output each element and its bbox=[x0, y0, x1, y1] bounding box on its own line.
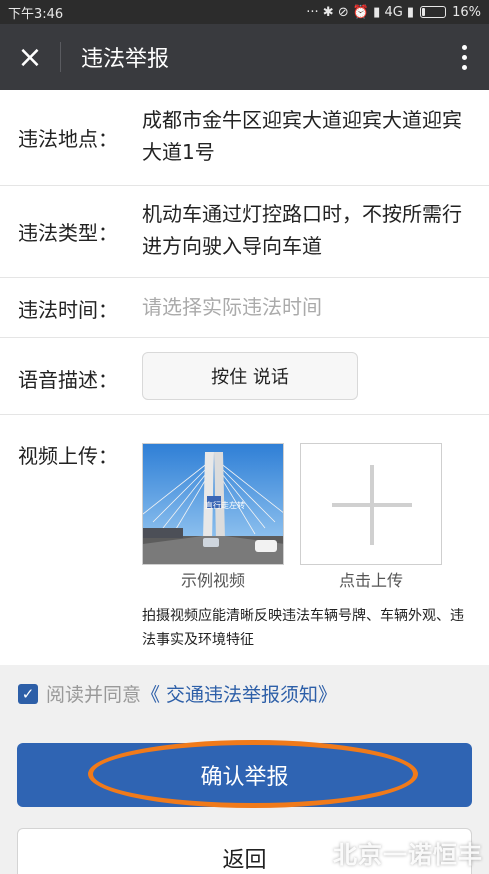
hold-to-talk-button[interactable]: 按住 说话 bbox=[142, 352, 358, 400]
status-time: 下午3:46 bbox=[8, 6, 64, 22]
video-label: 视频上传： bbox=[18, 444, 118, 468]
voice-label: 语音描述： bbox=[18, 368, 118, 392]
page-title: 违法举报 bbox=[81, 47, 170, 72]
title-divider bbox=[60, 42, 61, 72]
close-icon[interactable]: × bbox=[0, 24, 60, 90]
type-value[interactable]: 机动车通过灯控路口时，不按所需行进方向驶入导向车道 bbox=[142, 198, 477, 262]
video-hint: 拍摄视频应能清晰反映违法车辆号牌、车辆外观、违法事实及环境特征 bbox=[142, 608, 464, 648]
time-label: 违法时间： bbox=[18, 298, 118, 322]
agreement-row: ✓ 阅读并同意 《 交通违法举报须知》 bbox=[18, 680, 337, 707]
status-bar: 下午3:46 ··· ✱ ⊘ ⏰ ▮ 4G ▮ 16% bbox=[0, 0, 489, 24]
time-row: 违法时间： 请选择实际违法时间 bbox=[0, 278, 489, 338]
upload-caption: 点击上传 bbox=[338, 571, 403, 590]
location-value[interactable]: 成都市金牛区迎宾大道迎宾大道迎宾大道1号 bbox=[142, 104, 477, 168]
battery-percent: 16% bbox=[452, 4, 481, 20]
terms-link[interactable]: 《 交通违法举报须知》 bbox=[141, 680, 337, 707]
location-label: 违法地点： bbox=[18, 127, 118, 151]
agree-text: 阅读并同意 bbox=[46, 684, 142, 706]
sample-video-caption: 示例视频 bbox=[180, 571, 245, 590]
agree-checkbox[interactable]: ✓ bbox=[18, 683, 38, 704]
status-icons: ··· ✱ ⊘ ⏰ ▮ 4G ▮ 16% bbox=[306, 5, 481, 20]
voice-row: 语音描述： 按住 说话 bbox=[0, 338, 489, 415]
upload-video-button[interactable] bbox=[300, 443, 442, 565]
type-row: 违法类型： 机动车通过灯控路口时，不按所需行进方向驶入导向车道 bbox=[0, 186, 489, 278]
watermark-text: 北京一诺恒丰 bbox=[333, 841, 483, 869]
confirm-report-button[interactable]: 确认举报 bbox=[17, 743, 472, 807]
sample-video-thumbnail[interactable]: 直行走左转 bbox=[142, 443, 284, 565]
more-options-icon[interactable] bbox=[439, 24, 489, 90]
title-bar: × 违法举报 bbox=[0, 24, 489, 90]
time-picker[interactable]: 请选择实际违法时间 bbox=[142, 291, 477, 323]
sign-overlay-text: 直行走左转 bbox=[205, 501, 245, 510]
battery-level bbox=[422, 8, 426, 16]
battery-icon bbox=[420, 6, 447, 18]
type-label: 违法类型： bbox=[18, 221, 118, 245]
location-row: 违法地点： 成都市金牛区迎宾大道迎宾大道迎宾大道1号 bbox=[0, 90, 489, 186]
signal-icons: ··· ✱ ⊘ ⏰ ▮ 4G ▮ bbox=[306, 4, 415, 20]
